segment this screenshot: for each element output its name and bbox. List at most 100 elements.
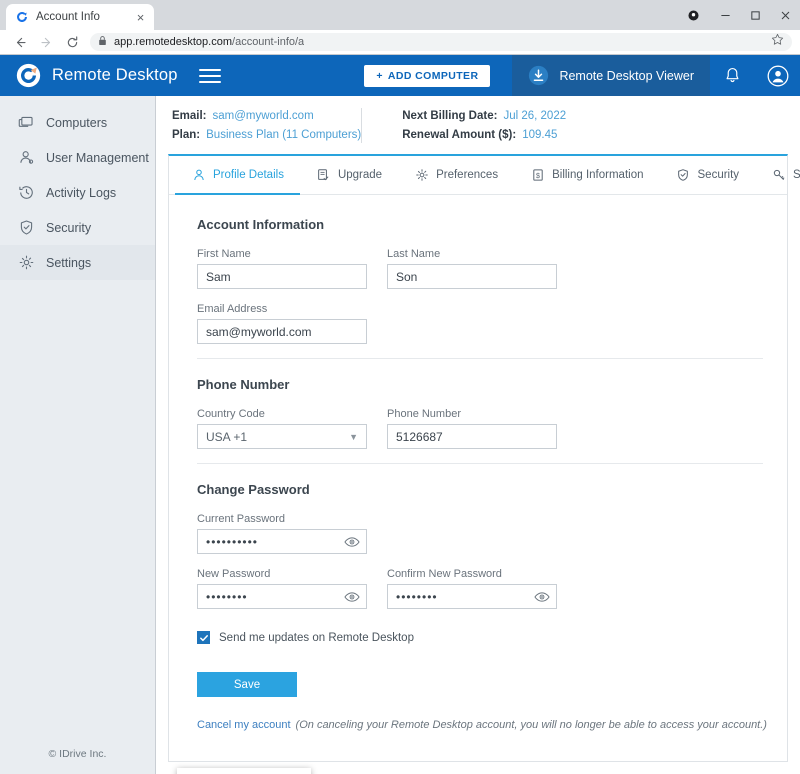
- plus-icon: +: [376, 69, 383, 82]
- updates-checkbox-row[interactable]: Send me updates on Remote Desktop: [197, 631, 787, 644]
- email-field: Email Address: [197, 303, 367, 344]
- phone-number-input[interactable]: [387, 424, 557, 449]
- save-button[interactable]: Save: [197, 672, 297, 697]
- sidebar-item-computers[interactable]: Computers: [0, 105, 155, 140]
- minimize-button[interactable]: [710, 0, 740, 30]
- confirm-password-input[interactable]: [387, 584, 557, 609]
- confirm-password-label: Confirm New Password: [387, 568, 502, 580]
- cancel-my-account-overlay[interactable]: Cancel my account: [177, 768, 311, 774]
- email-address-label: Email Address: [197, 303, 268, 315]
- phone-field-row: Country Code USA +1 ▼ Phone Number: [197, 408, 787, 449]
- address-bar-url: app.remotedesktop.com/account-info/a: [114, 36, 304, 48]
- tab-upgrade[interactable]: Upgrade: [300, 156, 398, 194]
- sidebar-item-settings[interactable]: Settings: [0, 245, 155, 280]
- country-code-select[interactable]: USA +1 ▼: [197, 424, 367, 449]
- header-icon-group: [710, 55, 800, 96]
- eye-icon[interactable]: [534, 590, 550, 603]
- eye-icon[interactable]: [344, 535, 360, 548]
- close-icon[interactable]: ×: [133, 10, 148, 25]
- email-field-row: Email Address: [197, 303, 787, 344]
- browser-window: Account Info × app.remotedesktop.com/acc…: [0, 0, 800, 774]
- updates-checkbox[interactable]: [197, 631, 210, 644]
- add-computer-label: ADD COMPUTER: [387, 69, 479, 82]
- first-name-input[interactable]: [197, 264, 367, 289]
- svg-text:$: $: [536, 173, 540, 180]
- country-code-value: USA +1: [206, 429, 248, 444]
- brand[interactable]: Remote Desktop: [0, 55, 221, 96]
- confirm-password-wrap: [387, 584, 557, 609]
- eye-icon[interactable]: [344, 590, 360, 603]
- plan-label: Plan:: [172, 129, 201, 141]
- account-summary-bar: Email: sam@myworld.com Plan: Business Pl…: [156, 96, 800, 154]
- extension-icon[interactable]: [676, 0, 710, 30]
- phone-number-field: Phone Number: [387, 408, 557, 449]
- renewal-amount-label: Renewal Amount ($):: [402, 129, 517, 141]
- cancel-account-link[interactable]: Cancel my account: [197, 719, 291, 731]
- current-password-wrap: [197, 529, 367, 554]
- maximize-button[interactable]: [740, 0, 770, 30]
- viewer-label: Remote Desktop Viewer: [559, 68, 694, 83]
- address-bar[interactable]: app.remotedesktop.com/account-info/a: [90, 33, 792, 51]
- email-address-input[interactable]: [197, 319, 367, 344]
- header-spacer: [221, 55, 365, 96]
- tab-preferences[interactable]: Preferences: [398, 156, 514, 194]
- new-password-wrap: [197, 584, 367, 609]
- user-icon: [17, 149, 35, 167]
- remote-desktop-logo-icon: [16, 63, 41, 88]
- sidebar-item-user-management[interactable]: User Management: [0, 140, 155, 175]
- sidebar-item-label: User Management: [46, 150, 149, 165]
- billing-date-value: Jul 26, 2022: [503, 110, 567, 122]
- tab-label: Security: [697, 169, 740, 181]
- download-icon: [528, 65, 549, 86]
- tab-single-sign-on[interactable]: Single Sign-On: [755, 156, 800, 194]
- person-icon: [191, 168, 206, 183]
- current-password-label: Current Password: [197, 513, 286, 525]
- tab-bar: Profile Details Upgrade Preferences $ Bi…: [169, 156, 800, 195]
- sidebar-item-security[interactable]: Security: [0, 210, 155, 245]
- name-field-row: First Name Last Name: [197, 248, 787, 289]
- gear-icon: [414, 168, 429, 183]
- tab-security[interactable]: Security: [660, 156, 756, 194]
- sidebar: Computers User Management Activity Logs: [0, 96, 156, 774]
- url-host: app.remotedesktop.com: [114, 36, 233, 48]
- first-name-field: First Name: [197, 248, 367, 289]
- remote-desktop-logo-icon: [15, 10, 29, 24]
- email-value[interactable]: sam@myworld.com: [213, 110, 314, 122]
- sidebar-item-label: Settings: [46, 255, 92, 270]
- browser-tab-account-info[interactable]: Account Info ×: [6, 4, 154, 30]
- monitor-icon: [17, 114, 35, 132]
- browser-toolbar: app.remotedesktop.com/account-info/a: [0, 30, 800, 54]
- remote-desktop-viewer-button[interactable]: Remote Desktop Viewer: [512, 55, 710, 96]
- reload-icon[interactable]: [59, 31, 85, 53]
- shield-check-icon: [17, 219, 35, 237]
- tab-label: Profile Details: [213, 169, 284, 181]
- notification-bell-icon[interactable]: [710, 55, 755, 96]
- sidebar-item-activity-logs[interactable]: Activity Logs: [0, 175, 155, 210]
- change-password-title: Change Password: [197, 482, 310, 497]
- close-window-button[interactable]: [770, 0, 800, 30]
- last-name-label: Last Name: [387, 248, 441, 260]
- email-label: Email:: [172, 110, 207, 122]
- browser-chrome: Account Info × app.remotedesktop.com/acc…: [0, 0, 800, 54]
- brand-name: Remote Desktop: [52, 66, 178, 84]
- country-code-label: Country Code: [197, 408, 265, 420]
- tab-billing-information[interactable]: $ Billing Information: [514, 156, 659, 194]
- sidebar-item-label: Activity Logs: [46, 185, 117, 200]
- hamburger-menu-icon[interactable]: [198, 67, 221, 85]
- current-password-input[interactable]: [197, 529, 367, 554]
- phone-number-title: Phone Number: [197, 377, 290, 392]
- plan-value[interactable]: Business Plan (11 Computers): [206, 129, 361, 141]
- divider-after-account-info: [197, 358, 763, 359]
- add-computer-button[interactable]: + ADD COMPUTER: [364, 64, 491, 87]
- back-icon[interactable]: [7, 31, 33, 53]
- tab-profile-details[interactable]: Profile Details: [175, 156, 300, 195]
- renewal-amount-value: 109.45: [522, 129, 558, 141]
- new-password-input[interactable]: [197, 584, 367, 609]
- lock-icon: [98, 33, 107, 51]
- last-name-input[interactable]: [387, 264, 557, 289]
- bookmark-star-icon[interactable]: [771, 33, 784, 51]
- tab-label: Single Sign-On: [793, 169, 800, 181]
- tab-label: Billing Information: [552, 169, 644, 181]
- first-name-label: First Name: [197, 248, 251, 260]
- user-avatar-icon[interactable]: [755, 55, 800, 96]
